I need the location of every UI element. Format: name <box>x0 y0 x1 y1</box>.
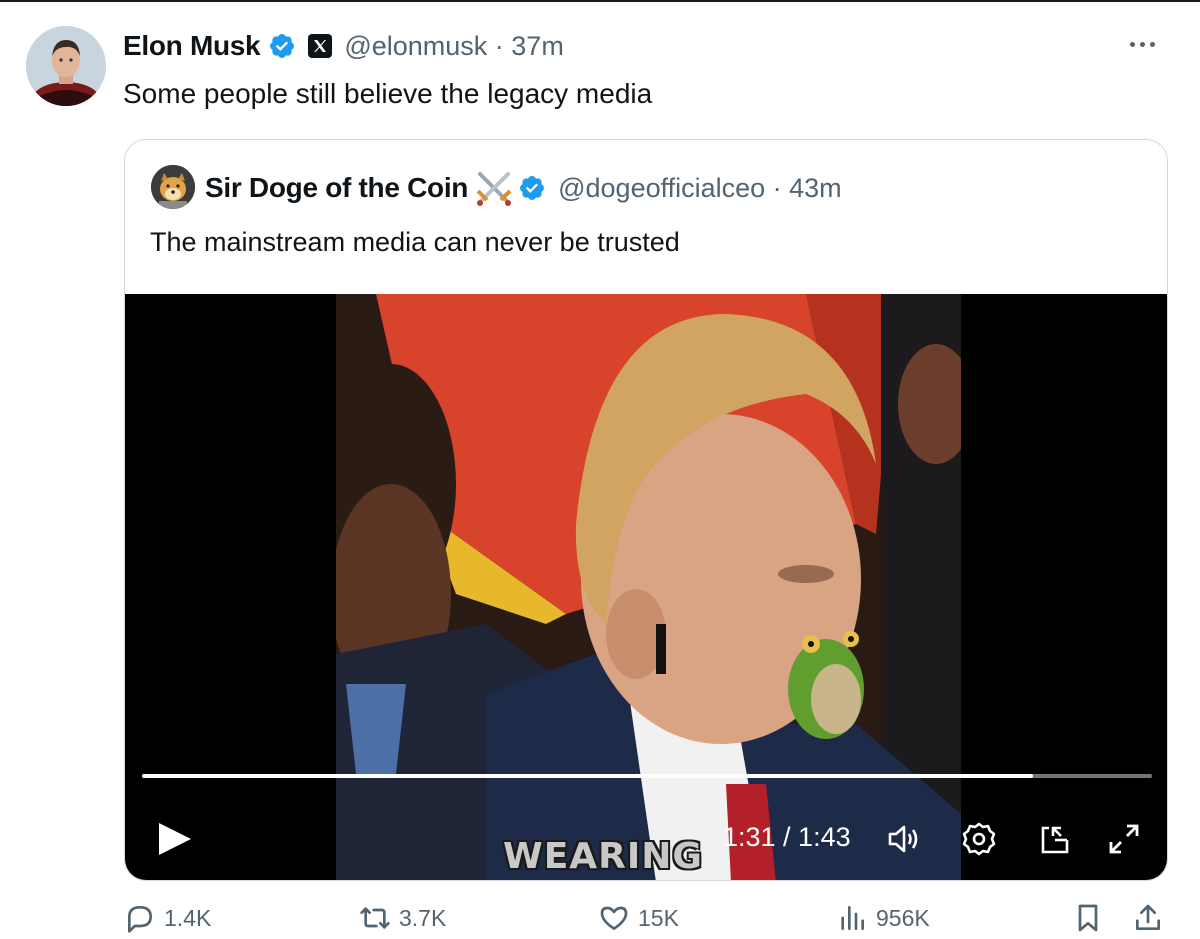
video-frame <box>336 294 961 880</box>
video-progress-bar[interactable] <box>142 774 1152 778</box>
verified-badge-icon <box>268 32 296 60</box>
x-affiliate-icon <box>308 34 333 58</box>
top-border <box>0 0 1200 2</box>
volume-icon[interactable] <box>885 820 923 858</box>
picture-in-picture-icon[interactable] <box>1035 820 1073 858</box>
author-handle-time[interactable]: @elonmusk · 37m <box>344 31 563 62</box>
repost-count: 3.7K <box>399 904 447 931</box>
heart-icon <box>600 906 628 930</box>
fullscreen-icon[interactable] <box>1105 820 1143 858</box>
quoted-author-avatar[interactable] <box>151 165 195 209</box>
video-caption: WEARING <box>503 836 703 877</box>
views-chart-icon <box>841 906 864 930</box>
quoted-author-handle-time[interactable]: @dogeofficialceo · 43m <box>558 173 842 204</box>
author-name[interactable]: Elon Musk <box>123 30 261 62</box>
tweet-text: Some people still believe the legacy med… <box>123 78 653 109</box>
bookmark-icon <box>1078 904 1098 932</box>
share-icon <box>1136 904 1160 930</box>
quoted-tweet-header: Sir Doge of the Coin @dogeofficialceo · … <box>205 170 842 206</box>
reply-button[interactable]: 1.4K <box>124 900 211 936</box>
reply-count: 1.4K <box>164 904 212 931</box>
repost-button[interactable]: 3.7K <box>359 900 446 936</box>
tweet-action-bar: 1.4K 3.7K 15K 956K <box>0 900 1200 939</box>
views-count: 956K <box>876 904 930 931</box>
repost-icon <box>360 907 390 929</box>
bookmark-button[interactable] <box>1072 900 1104 936</box>
play-icon[interactable] <box>155 819 195 859</box>
tweet-header: Elon Musk @elonmusk · 37m <box>123 28 564 64</box>
settings-icon[interactable] <box>960 820 998 858</box>
author-avatar[interactable] <box>26 26 106 106</box>
quoted-tweet[interactable]: Sir Doge of the Coin @dogeofficialceo · … <box>124 139 1168 881</box>
video-time: 1:31 / 1:43 <box>723 822 851 852</box>
more-options-icon[interactable] <box>1130 32 1170 56</box>
reply-icon <box>128 906 152 933</box>
share-button[interactable] <box>1132 900 1164 936</box>
like-button[interactable]: 15K <box>598 900 679 936</box>
quoted-tweet-text: The mainstream media can never be truste… <box>150 227 680 257</box>
video-progress-fill <box>142 774 1033 778</box>
like-count: 15K <box>638 904 679 931</box>
verified-badge-icon <box>518 174 546 202</box>
crossed-swords-icon <box>474 170 514 206</box>
quoted-author-name[interactable]: Sir Doge of the Coin <box>205 172 468 204</box>
video-player[interactable]: WEARING 1:31 / 1:43 <box>125 294 1167 880</box>
views-button[interactable]: 956K <box>836 900 930 936</box>
